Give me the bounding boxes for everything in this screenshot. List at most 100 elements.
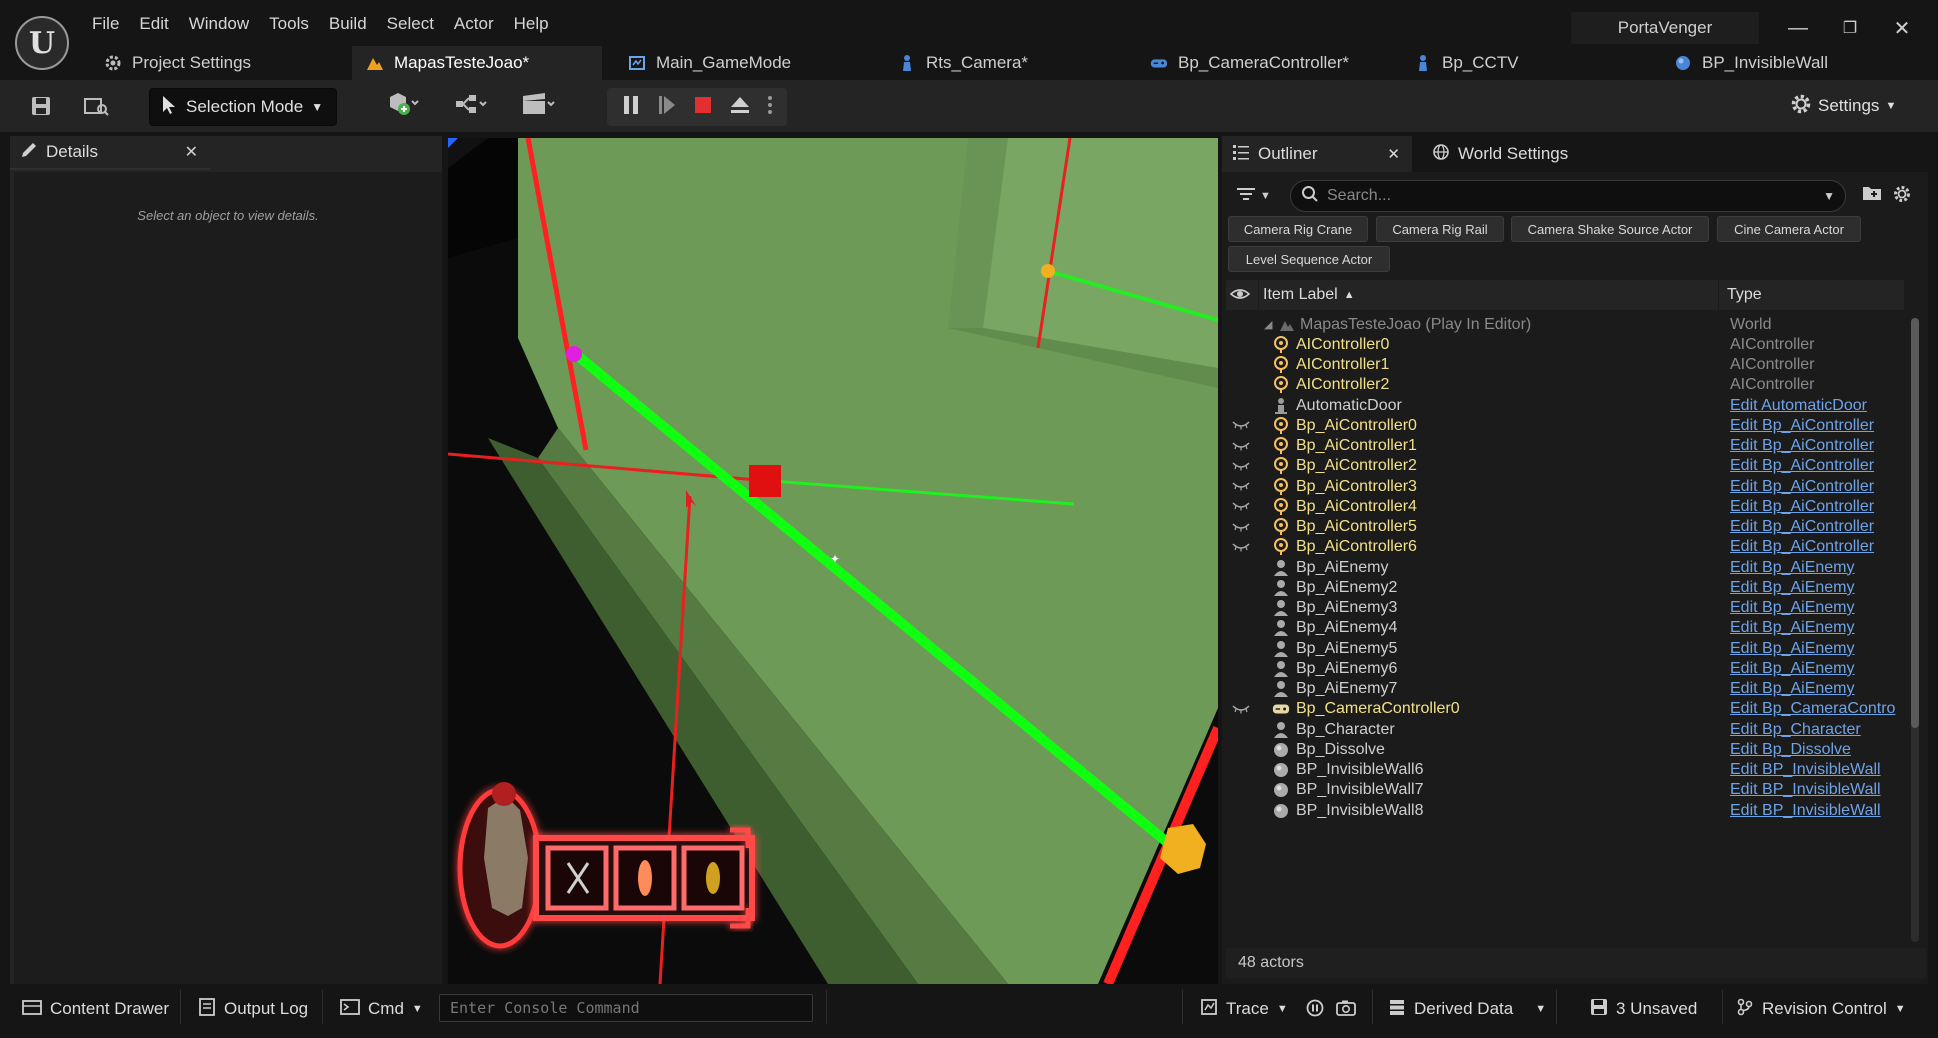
hidden-eye-icon[interactable]	[1232, 418, 1252, 433]
output-log-button[interactable]: Output Log	[190, 992, 316, 1026]
screenshot-camera-icon[interactable]	[1336, 999, 1356, 1017]
tab-project-settings[interactable]: Project Settings	[90, 46, 352, 80]
visibility-eye-icon[interactable]	[1229, 285, 1251, 308]
level-viewport[interactable]: ✦	[448, 138, 1218, 984]
edit-blueprint-link[interactable]: Edit Bp_CameraContro	[1730, 700, 1895, 718]
add-folder-icon[interactable]	[1862, 184, 1884, 206]
chevron-down-icon: ▼	[1894, 1003, 1906, 1015]
edit-blueprint-link[interactable]: Edit Bp_AiEnemy	[1730, 599, 1855, 617]
hidden-eye-icon[interactable]	[1232, 439, 1252, 454]
actor-sphere-icon	[1272, 781, 1290, 799]
edit-blueprint-link[interactable]: Edit BP_InvisibleWall	[1730, 802, 1881, 820]
column-type[interactable]: Type	[1718, 280, 1908, 310]
ai-controller-icon	[1272, 538, 1290, 556]
edit-blueprint-link[interactable]: Edit Bp_AiEnemy	[1730, 640, 1855, 658]
record-icon[interactable]	[1306, 999, 1324, 1017]
close-icon[interactable]: ✕	[185, 142, 198, 162]
edit-blueprint-link[interactable]: Edit Bp_Dissolve	[1730, 741, 1851, 759]
blueprint-menu-button[interactable]	[448, 88, 496, 124]
menu-file[interactable]: File	[82, 10, 129, 38]
chevron-down-icon[interactable]: ▼	[1823, 189, 1835, 203]
stop-icon[interactable]	[693, 94, 713, 121]
tab-bp-cctv[interactable]: Bp_CCTV	[1400, 46, 1650, 80]
blueprint-graph-icon	[455, 93, 489, 120]
filter-dropdown[interactable]: ▼	[1236, 184, 1278, 208]
menu-window[interactable]: Window	[179, 10, 259, 38]
edit-blueprint-link[interactable]: Edit Bp_AiController	[1730, 538, 1874, 556]
filter-chip-level-sequence[interactable]: Level Sequence Actor	[1228, 246, 1390, 272]
content-drawer-button[interactable]: Content Drawer	[14, 992, 177, 1026]
step-frame-icon[interactable]	[657, 94, 677, 121]
edit-blueprint-link[interactable]: Edit BP_InvisibleWall	[1730, 761, 1881, 779]
edit-blueprint-link[interactable]: Edit Bp_Character	[1730, 721, 1861, 739]
revision-control-dropdown[interactable]: Revision Control ▼	[1728, 992, 1914, 1026]
edit-blueprint-link[interactable]: Edit AutomaticDoor	[1730, 397, 1867, 415]
menu-actor[interactable]: Actor	[444, 10, 504, 38]
tab-rts-camera[interactable]: Rts_Camera*	[884, 46, 1134, 80]
close-icon[interactable]: ✕	[1387, 145, 1400, 163]
more-options-icon[interactable]	[767, 94, 773, 121]
hidden-eye-icon[interactable]	[1232, 540, 1252, 555]
hidden-eye-icon[interactable]	[1232, 499, 1252, 514]
unreal-logo-icon[interactable]: U	[15, 16, 69, 70]
filter-chip-cine-camera[interactable]: Cine Camera Actor	[1717, 216, 1861, 242]
row-label: Bp_AiController0	[1296, 416, 1417, 434]
hidden-eye-icon[interactable]	[1232, 520, 1252, 535]
tab-bp-camera-controller[interactable]: Bp_CameraController*	[1136, 46, 1396, 80]
menu-build[interactable]: Build	[319, 10, 377, 38]
eject-icon[interactable]	[729, 94, 751, 121]
filter-chip-camera-rig-crane[interactable]: Camera Rig Crane	[1228, 216, 1368, 242]
filter-chip-camera-shake-source[interactable]: Camera Shake Source Actor	[1511, 216, 1709, 242]
minimize-button[interactable]: —	[1774, 10, 1822, 46]
selection-mode-dropdown[interactable]: Selection Mode ▼	[149, 88, 337, 126]
actor-sphere-icon	[1272, 761, 1290, 779]
tab-world-settings[interactable]: World Settings	[1422, 136, 1612, 172]
edit-blueprint-link[interactable]: Edit Bp_AiController	[1730, 478, 1874, 496]
outliner-scrollbar-thumb[interactable]	[1911, 318, 1919, 728]
edit-blueprint-link[interactable]: Edit Bp_AiController	[1730, 457, 1874, 475]
tab-outliner[interactable]: Outliner ✕	[1222, 136, 1412, 172]
edit-blueprint-link[interactable]: Edit BP_InvisibleWall	[1730, 781, 1881, 799]
edit-blueprint-link[interactable]: Edit Bp_AiController	[1730, 417, 1874, 435]
save-icon[interactable]	[26, 88, 56, 124]
menu-tools[interactable]: Tools	[259, 10, 319, 38]
hidden-eye-icon[interactable]	[1232, 459, 1252, 474]
pause-icon[interactable]	[621, 94, 641, 121]
menu-select[interactable]: Select	[377, 10, 444, 38]
close-window-button[interactable]: ✕	[1878, 10, 1926, 46]
cinematics-button[interactable]	[514, 88, 564, 124]
trace-dropdown[interactable]: Trace ▼	[1192, 992, 1296, 1026]
column-item-label[interactable]: Item Label ▲	[1258, 280, 1624, 310]
tab-main-gamemode[interactable]: Main_GameMode	[614, 46, 874, 80]
details-empty-message: Select an object to view details.	[137, 208, 319, 223]
edit-blueprint-link[interactable]: Edit Bp_AiEnemy	[1730, 619, 1855, 637]
add-actor-button[interactable]	[378, 88, 428, 124]
outliner-settings-gear-icon[interactable]	[1892, 184, 1914, 206]
filter-chip-camera-rig-rail[interactable]: Camera Rig Rail	[1376, 216, 1504, 242]
browse-content-icon[interactable]	[80, 88, 112, 124]
ai-controller-icon	[1272, 518, 1290, 536]
derived-data-dropdown[interactable]: Derived Data ▼	[1380, 992, 1554, 1026]
tab-bp-invisible-wall[interactable]: BP_InvisibleWall	[1660, 46, 1920, 80]
outliner-search-input[interactable]: Search... ▼	[1290, 180, 1846, 212]
console-command-input[interactable]: Enter Console Command	[439, 994, 813, 1022]
edit-blueprint-link[interactable]: Edit Bp_AiEnemy	[1730, 559, 1855, 577]
outliner-row[interactable]: BP_InvisibleWall8 Edit BP_InvisibleWall	[1226, 798, 1904, 823]
hidden-eye-icon[interactable]	[1232, 479, 1252, 494]
edit-blueprint-link[interactable]: Edit Bp_AiController	[1730, 437, 1874, 455]
hidden-eye-icon[interactable]	[1232, 702, 1252, 717]
tab-mapas-teste-joao[interactable]: MapasTesteJoao*	[352, 46, 602, 80]
menu-edit[interactable]: Edit	[129, 10, 178, 38]
edit-blueprint-link[interactable]: Edit Bp_AiController	[1730, 518, 1874, 536]
cmd-dropdown[interactable]: Cmd ▼	[332, 992, 431, 1026]
settings-button[interactable]: Settings ▼	[1790, 88, 1896, 124]
edit-blueprint-link[interactable]: Edit Bp_AiEnemy	[1730, 579, 1855, 597]
menu-help[interactable]: Help	[504, 10, 559, 38]
details-tab[interactable]: Details ✕	[10, 136, 210, 170]
edit-blueprint-link[interactable]: Edit Bp_AiController	[1730, 498, 1874, 516]
edit-blueprint-link[interactable]: Edit Bp_AiEnemy	[1730, 660, 1855, 678]
edit-blueprint-link[interactable]: Edit Bp_AiEnemy	[1730, 680, 1855, 698]
unsaved-button[interactable]: 3 Unsaved	[1582, 992, 1705, 1026]
expand-arrow-icon[interactable]: ◢	[1264, 318, 1272, 331]
restore-button[interactable]: ❐	[1826, 10, 1874, 46]
